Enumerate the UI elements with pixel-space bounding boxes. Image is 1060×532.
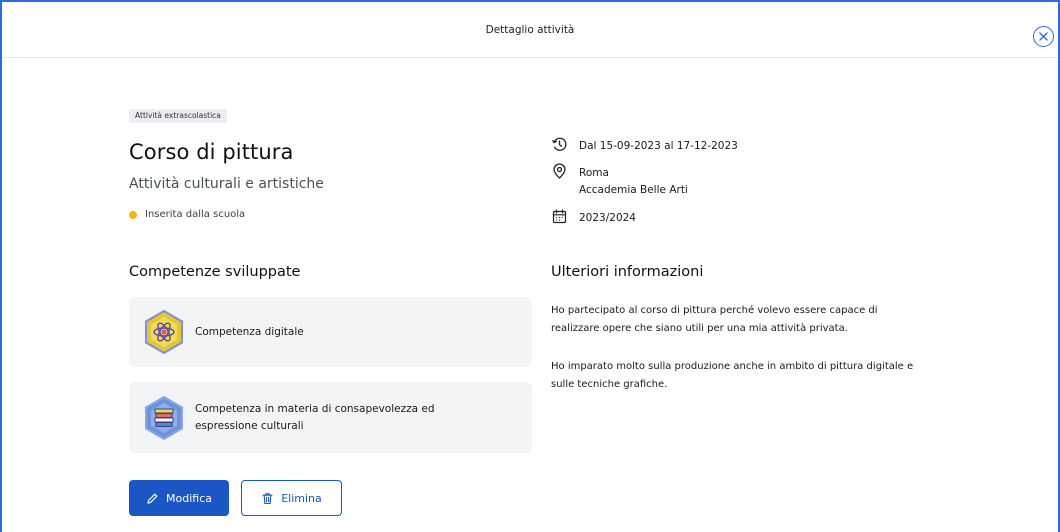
status-indicator: Inserita dalla scuola	[129, 209, 245, 220]
location-place: Accademia Belle Arti	[579, 184, 688, 196]
location-city: Roma	[579, 167, 609, 179]
trash-icon	[262, 492, 273, 504]
pencil-icon	[147, 493, 158, 504]
date-range: Dal 15-09-2023 al 17-12-2023	[579, 140, 738, 152]
school-year: 2023/2024	[579, 212, 636, 224]
skill-label-line1: Competenza in materia di consapevolezza …	[195, 402, 435, 415]
skill-label: Competenza in materia di consapevolezza …	[195, 401, 435, 435]
location-pin-icon	[553, 163, 566, 179]
dialog-header: Dettaglio attività	[2, 2, 1058, 58]
dialog-title: Dettaglio attività	[485, 23, 575, 36]
more-info-paragraph-1: Ho partecipato al corso di pittura perch…	[551, 302, 971, 338]
paragraph-line: realizzare opere che siano utili per una…	[551, 323, 848, 334]
skill-label-line2: espressione culturali	[195, 419, 304, 432]
status-dot-icon	[129, 210, 137, 219]
location-row: Roma Accademia Belle Arti	[551, 163, 688, 199]
edit-button[interactable]: Modifica	[129, 480, 229, 516]
activity-detail-dialog: Dettaglio attività Attività extrascolast…	[0, 0, 1060, 532]
activity-type-tag: Attività extrascolastica	[129, 109, 227, 123]
paragraph-line: Ho imparato molto sulla produzione anche…	[551, 361, 914, 372]
edit-label: Modifica	[166, 491, 212, 505]
calendar-icon	[552, 209, 567, 224]
delete-label: Elimina	[281, 491, 322, 505]
paragraph-line: sulle tecniche grafiche.	[551, 379, 668, 390]
books-badge-icon	[145, 395, 183, 440]
date-range-row: Dal 15-09-2023 al 17-12-2023	[551, 137, 738, 155]
skill-label: Competenza digitale	[195, 325, 304, 338]
school-year-row: 2023/2024	[551, 209, 636, 227]
status-label: Inserita dalla scuola	[145, 209, 246, 220]
close-button[interactable]	[1033, 26, 1054, 47]
more-info-heading: Ulteriori informazioni	[551, 264, 704, 280]
more-info-paragraph-2: Ho imparato molto sulla produzione anche…	[551, 358, 971, 394]
activity-subtitle: Attività culturali e artistiche	[129, 176, 324, 192]
close-icon	[1039, 32, 1048, 41]
skills-heading: Competenze sviluppate	[129, 264, 301, 280]
skill-card-digital: Competenza digitale	[129, 297, 532, 367]
delete-button[interactable]: Elimina	[241, 480, 342, 516]
atom-badge-icon	[145, 309, 183, 355]
activity-title: Corso di pittura	[129, 140, 294, 164]
history-clock-icon	[552, 137, 567, 151]
skill-card-cultural: Competenza in materia di consapevolezza …	[129, 382, 532, 453]
paragraph-line: Ho partecipato al corso di pittura perch…	[551, 305, 878, 316]
